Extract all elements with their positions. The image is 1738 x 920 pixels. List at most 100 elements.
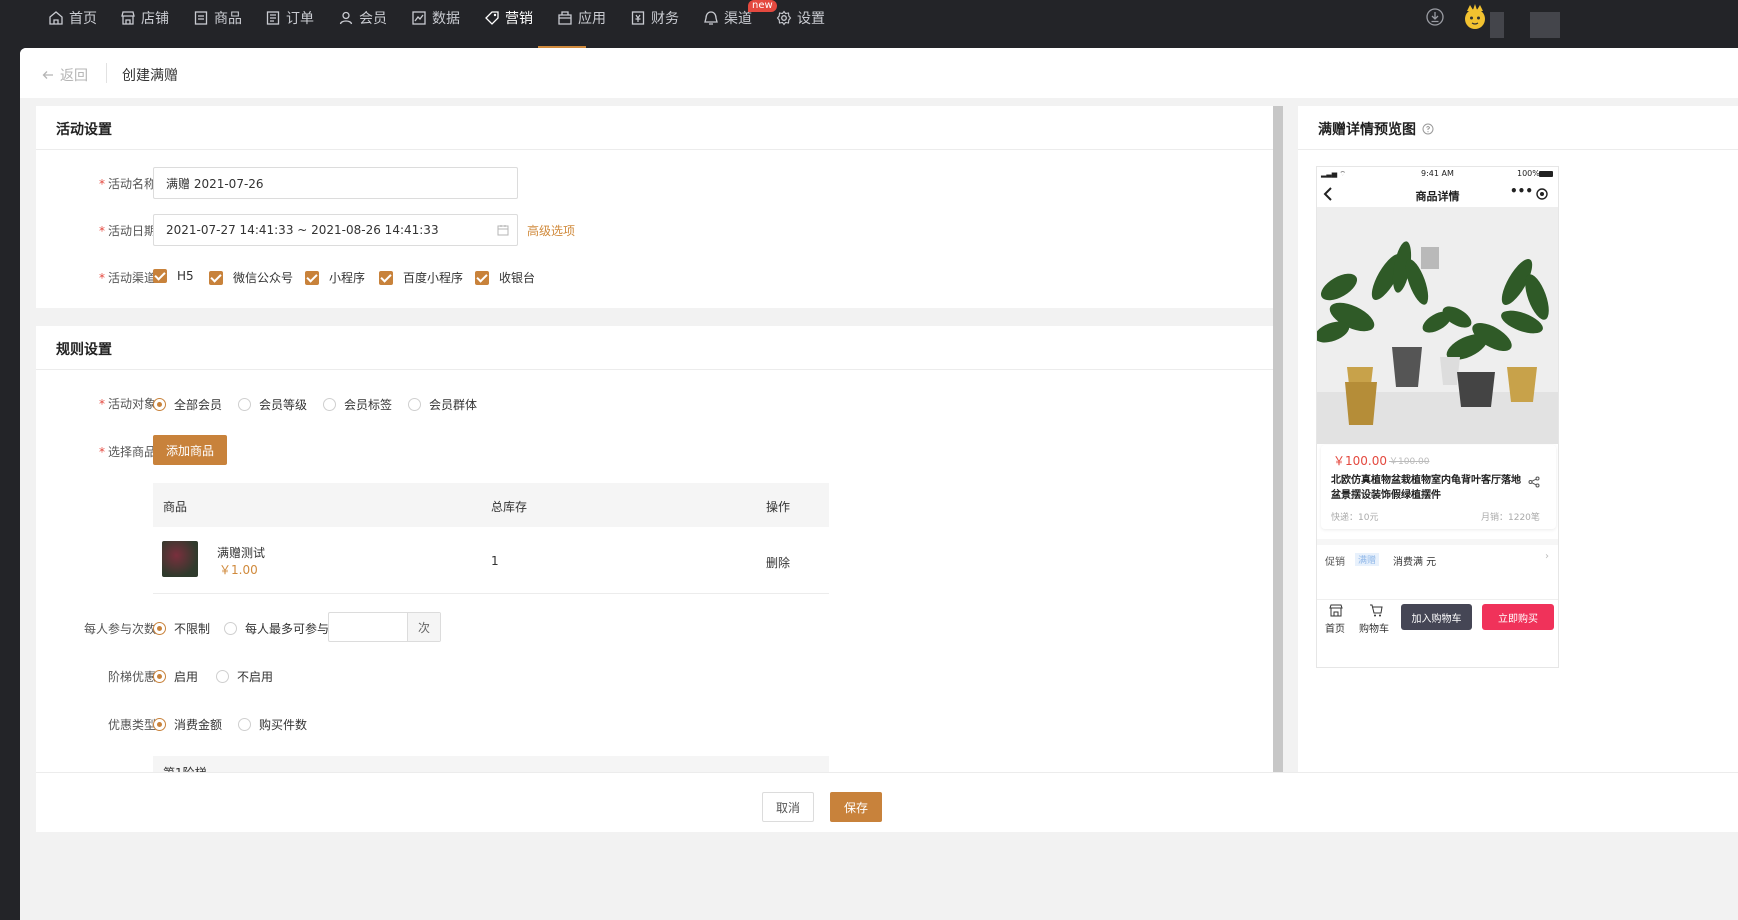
- goods-table: 商品 总库存 操作 满赠测试 ￥1.00 1 删除: [153, 483, 829, 594]
- nav-item-member[interactable]: 会员: [338, 6, 387, 30]
- product-thumbnail: [162, 541, 198, 577]
- delete-link[interactable]: 删除: [766, 554, 790, 571]
- download-icon[interactable]: [1425, 7, 1445, 27]
- nav-item-goods[interactable]: 商品: [193, 6, 242, 30]
- app-icon: [558, 11, 572, 25]
- checkbox-checked: [305, 270, 319, 285]
- product-title: 北欧仿真植物盆栽植物室内龟背叶客厅落地盆景摆设装饰假绿植摆件: [1331, 475, 1521, 501]
- nav-label: 设置: [797, 11, 825, 27]
- nav-item-finance[interactable]: 财务: [630, 6, 679, 30]
- times-unit: 次: [407, 613, 440, 641]
- buy-now-button[interactable]: 立即购买: [1482, 604, 1554, 630]
- gear-icon: [776, 10, 792, 26]
- product-image: [1317, 207, 1558, 444]
- activity-date-picker[interactable]: 2021-07-27 14:41:33 ~ 2021-08-26 14:41:3…: [153, 214, 518, 246]
- activity-name-input[interactable]: 满赠 2021-07-26: [153, 167, 518, 199]
- target-radio-level[interactable]: 会员等级: [238, 396, 307, 413]
- phone-nav-bar: 商品详情 •••: [1317, 183, 1558, 207]
- plant-illustration: [1317, 207, 1558, 444]
- nav-label: 财务: [651, 11, 679, 27]
- nav-item-data[interactable]: 数据: [411, 6, 460, 30]
- arrow-left-icon: [42, 71, 53, 79]
- nav-item-store[interactable]: 店铺: [120, 6, 169, 30]
- nav-item-channel[interactable]: 渠道: [703, 6, 752, 30]
- participation-label: 每人参与次数: [83, 622, 156, 636]
- table-row: 满赠测试 ￥1.00 1 删除: [153, 527, 829, 593]
- back-label: 返回: [60, 68, 88, 84]
- channel-checkbox-baidu[interactable]: 百度小程序: [379, 269, 463, 286]
- activity-name-label: * 活动名称: [98, 177, 156, 191]
- promotion-row[interactable]: 促销 满赠 消费满 元 ›: [1317, 539, 1558, 575]
- checkbox-checked: [379, 270, 393, 285]
- cart-icon[interactable]: [1369, 604, 1383, 617]
- nav-item-app[interactable]: 应用: [557, 6, 606, 30]
- product-price: ￥1.00: [219, 563, 258, 577]
- divider: [36, 369, 1273, 370]
- divider: [36, 149, 1273, 150]
- discount-radio-count[interactable]: 购买件数: [238, 716, 307, 733]
- times-radio-limited[interactable]: 每人最多可参与: [224, 620, 329, 637]
- nav-label: 会员: [359, 11, 387, 27]
- top-navigation: 首页 店铺 商品 订单 会员 数据 营销 应用 财务 渠道 new 设置: [0, 0, 1738, 48]
- nav-item-marketing[interactable]: 营销: [484, 6, 533, 30]
- back-link[interactable]: 返回: [42, 65, 88, 85]
- channel-checkbox-miniapp[interactable]: 小程序: [305, 269, 365, 286]
- tag-icon: [485, 11, 499, 25]
- ladder-label: 阶梯优惠: [107, 670, 156, 684]
- section-title: 规则设置: [56, 342, 112, 358]
- nav-item-home[interactable]: 首页: [48, 6, 97, 30]
- section-title: 活动设置: [56, 122, 112, 138]
- activity-date-label: * 活动日期: [98, 224, 156, 238]
- times-input[interactable]: 次: [328, 612, 441, 642]
- target-radio-all[interactable]: 全部会员: [153, 396, 222, 413]
- target-icon[interactable]: [1536, 188, 1548, 200]
- scrollbar[interactable]: [1273, 106, 1283, 830]
- phone-bottom-bar: 首页 购物车 加入购物车 立即购买: [1317, 599, 1558, 667]
- channel-checkbox-wechat[interactable]: 微信公众号: [209, 269, 293, 286]
- page-title: 创建满赠: [122, 68, 178, 84]
- promo-text: 消费满 元: [1393, 557, 1437, 568]
- shipping-fee: 快递：10元: [1331, 513, 1379, 523]
- channel-checkbox-cashier[interactable]: 收银台: [475, 269, 535, 286]
- channel-checkbox-h5[interactable]: H5: [153, 269, 194, 283]
- column-header: 商品: [163, 500, 188, 514]
- ladder-radio-enable[interactable]: 启用: [153, 668, 198, 685]
- blurred-user-info: [1490, 12, 1504, 38]
- nav-label: 首页: [69, 11, 97, 27]
- phone-status-bar: ▂▃▅ ⌔ 9:41 AM 100%: [1317, 167, 1558, 181]
- nav-label: 应用: [578, 11, 606, 27]
- bar-home-label[interactable]: 首页: [1325, 620, 1345, 635]
- target-radio-tag[interactable]: 会员标签: [323, 396, 392, 413]
- add-goods-button[interactable]: 添加商品: [153, 435, 227, 465]
- cancel-button[interactable]: 取消: [762, 792, 814, 822]
- target-radio-group[interactable]: 会员群体: [408, 396, 477, 413]
- goods-icon: [194, 11, 208, 25]
- select-goods-label: * 选择商品: [98, 445, 156, 459]
- times-radio-unlimited[interactable]: 不限制: [153, 620, 210, 637]
- advanced-options-link[interactable]: 高级选项: [527, 222, 575, 239]
- store-icon: [121, 11, 135, 25]
- share-icon[interactable]: [1528, 476, 1540, 488]
- order-icon: [266, 11, 280, 25]
- nav-label: 订单: [286, 11, 314, 27]
- nav-item-order[interactable]: 订单: [265, 6, 314, 30]
- divider: [106, 63, 107, 83]
- help-icon[interactable]: [1422, 123, 1434, 135]
- discount-radio-amount[interactable]: 消费金额: [153, 716, 222, 733]
- status-battery: 100%: [1517, 169, 1540, 178]
- promo-label: 促销: [1325, 557, 1345, 568]
- shop-icon[interactable]: [1329, 604, 1343, 617]
- bar-cart-label[interactable]: 购物车: [1359, 620, 1389, 635]
- nav-item-settings[interactable]: 设置: [776, 6, 825, 30]
- divider: [1298, 149, 1738, 150]
- divider: [153, 593, 829, 594]
- save-button[interactable]: 保存: [830, 792, 882, 822]
- product-info-box: ￥100.00 ￥100.00 北欧仿真植物盆栽植物室内龟背叶客厅落地盆景摆设装…: [1321, 445, 1556, 529]
- new-badge: new: [748, 0, 777, 12]
- ladder-radio-disable[interactable]: 不启用: [216, 668, 273, 685]
- discount-type-label: 优惠类型: [107, 718, 156, 732]
- add-to-cart-button[interactable]: 加入购物车: [1401, 604, 1472, 630]
- table-header: 商品 总库存 操作: [153, 483, 829, 527]
- more-icon[interactable]: •••: [1510, 184, 1533, 198]
- avatar[interactable]: [1462, 3, 1488, 31]
